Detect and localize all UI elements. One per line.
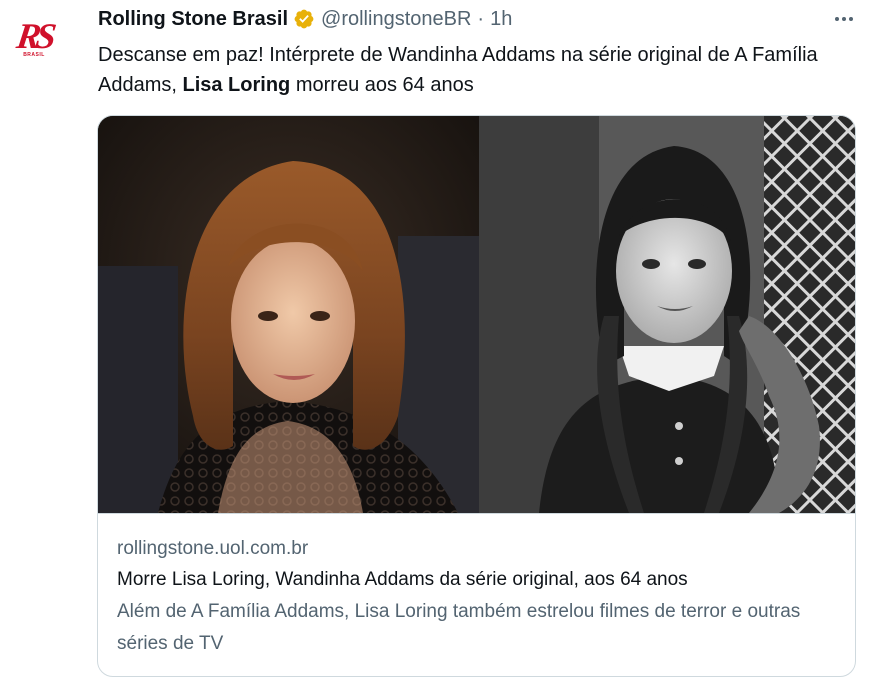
tweet-text-bold: Lisa Loring	[182, 74, 291, 96]
tweet-header: Rolling Stone Brasil @rollingstoneBR · 1…	[98, 6, 512, 32]
author-name[interactable]: Rolling Stone Brasil	[98, 8, 288, 31]
timestamp[interactable]: 1h	[490, 8, 512, 31]
separator-dot: ·	[477, 7, 485, 30]
tweet-text: Descanse em paz! Intérprete de Wandinha …	[98, 40, 858, 100]
more-options-icon[interactable]	[833, 8, 855, 30]
tweet-text-part2: morreu aos 64 anos	[290, 74, 474, 96]
photo-child-portrait	[479, 116, 855, 513]
card-media[interactable]	[98, 116, 855, 513]
author-handle[interactable]: @rollingstoneBR	[321, 8, 471, 31]
card-domain[interactable]: rollingstone.uol.com.br	[117, 534, 836, 564]
card-title[interactable]: Morre Lisa Loring, Wandinha Addams da sé…	[117, 564, 836, 596]
verified-badge-icon[interactable]	[293, 8, 315, 30]
avatar-logo: RS	[14, 16, 54, 56]
card-meta[interactable]: rollingstone.uol.com.br Morre Lisa Lorin…	[98, 513, 855, 676]
card-description: Além de A Família Addams, Lisa Loring ta…	[117, 601, 801, 654]
photo-adult-portrait	[98, 116, 479, 513]
link-card[interactable]: rollingstone.uol.com.br Morre Lisa Lorin…	[97, 115, 856, 677]
avatar[interactable]: RS BRASIL	[10, 14, 58, 62]
